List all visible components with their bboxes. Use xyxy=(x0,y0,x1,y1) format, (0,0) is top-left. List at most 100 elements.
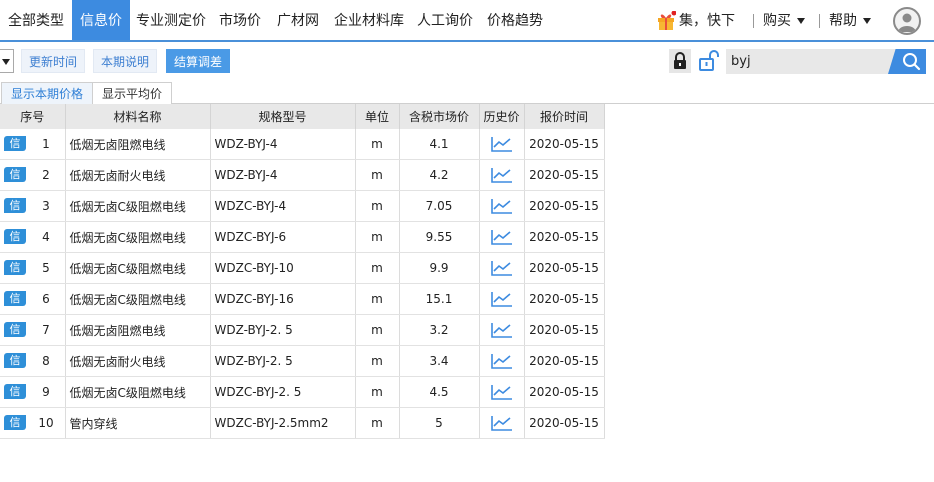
table-row[interactable]: 信 9 低烟无卤C级阻燃电线 WDZC-BYJ-2. 5 m 4.5 2020-… xyxy=(0,376,605,408)
material-name: 管内穿线 xyxy=(65,407,211,439)
header-price[interactable]: 含税市场价 xyxy=(399,104,480,129)
update-time-button[interactable]: 更新时间 xyxy=(21,49,86,73)
header-name[interactable]: 材料名称 xyxy=(65,104,211,129)
history-cell xyxy=(479,190,525,222)
table-row[interactable]: 信 1 低烟无卤阻燃电线 WDZ-BYJ-4 m 4.1 2020-05-15 xyxy=(0,129,605,160)
market-price: 4.5 xyxy=(399,376,480,408)
nav-tab-info-price[interactable]: 信息价 xyxy=(72,0,130,40)
info-badge: 信 xyxy=(4,353,26,368)
history-cell xyxy=(479,407,525,439)
nav-tab-market-price[interactable]: 市场价 xyxy=(213,0,267,40)
unit: m xyxy=(355,159,400,191)
row-no-cell: 信 9 xyxy=(0,376,66,408)
material-name: 低烟无卤耐火电线 xyxy=(65,345,211,377)
spec-model: WDZC-BYJ-2. 5 xyxy=(210,376,356,408)
nav-divider xyxy=(819,14,820,28)
unlock-icon[interactable] xyxy=(696,49,722,73)
table-header-row: 序号 材料名称 规格型号 单位 含税市场价 历史价 报价时间 xyxy=(0,104,605,129)
header-no[interactable]: 序号 xyxy=(0,104,66,129)
unit: m xyxy=(355,252,400,284)
settle-adjust-button[interactable]: 结算调差 xyxy=(166,49,231,73)
table-row[interactable]: 信 2 低烟无卤耐火电线 WDZ-BYJ-4 m 4.2 2020-05-15 xyxy=(0,159,605,191)
table-row[interactable]: 信 10 管内穿线 WDZC-BYJ-2.5mm2 m 5 2020-05-15 xyxy=(0,407,605,439)
table-row[interactable]: 信 7 低烟无卤阻燃电线 WDZ-BYJ-2. 5 m 3.2 2020-05-… xyxy=(0,314,605,346)
table-row[interactable]: 信 8 低烟无卤耐火电线 WDZ-BYJ-2. 5 m 3.4 2020-05-… xyxy=(0,345,605,377)
nav-tab-manual-inquiry[interactable]: 人工询价 xyxy=(411,0,479,40)
trend-chart-icon[interactable] xyxy=(490,167,513,183)
chevron-down-icon xyxy=(797,18,805,24)
trend-chart-icon[interactable] xyxy=(490,353,513,369)
table-row[interactable]: 信 5 低烟无卤C级阻燃电线 WDZC-BYJ-10 m 9.9 2020-05… xyxy=(0,252,605,284)
nav-tab-guangcai[interactable]: 广材网 xyxy=(271,0,325,40)
region-dropdown[interactable] xyxy=(0,49,14,73)
tab-average-price[interactable]: 显示平均价 xyxy=(92,82,173,104)
history-cell xyxy=(479,159,525,191)
spec-model: WDZC-BYJ-10 xyxy=(210,252,356,284)
quote-date: 2020-05-15 xyxy=(524,159,605,191)
row-number: 4 xyxy=(42,230,50,244)
row-no-cell: 信 8 xyxy=(0,345,66,377)
spec-model: WDZC-BYJ-4 xyxy=(210,190,356,222)
trend-chart-icon[interactable] xyxy=(490,260,513,276)
header-history[interactable]: 历史价 xyxy=(479,104,525,129)
nav-tab-price-trend[interactable]: 价格趋势 xyxy=(481,0,549,40)
period-note-button[interactable]: 本期说明 xyxy=(93,49,158,73)
history-cell xyxy=(479,252,525,284)
table-row[interactable]: 信 4 低烟无卤C级阻燃电线 WDZC-BYJ-6 m 9.55 2020-05… xyxy=(0,221,605,253)
unit: m xyxy=(355,314,400,346)
trend-chart-icon[interactable] xyxy=(490,322,513,338)
quote-date: 2020-05-15 xyxy=(524,345,605,377)
promo-text[interactable]: 集，快下 xyxy=(679,0,743,40)
table-row[interactable]: 信 3 低烟无卤C级阻燃电线 WDZC-BYJ-4 m 7.05 2020-05… xyxy=(0,190,605,222)
user-avatar-icon[interactable] xyxy=(893,7,921,35)
header-spec[interactable]: 规格型号 xyxy=(210,104,356,129)
trend-chart-icon[interactable] xyxy=(490,415,513,431)
header-unit[interactable]: 单位 xyxy=(355,104,400,129)
nav-tab-enterprise-library[interactable]: 企业材料库 xyxy=(328,0,410,40)
top-nav: 全部类型 信息价 专业测定价 市场价 广材网 企业材料库 人工询价 价格趋势 集… xyxy=(0,0,934,42)
nav-tab-professional-price[interactable]: 专业测定价 xyxy=(130,0,212,40)
row-number: 9 xyxy=(42,385,50,399)
trend-chart-icon[interactable] xyxy=(490,384,513,400)
trend-chart-icon[interactable] xyxy=(490,198,513,214)
table-row[interactable]: 信 6 低烟无卤C级阻燃电线 WDZC-BYJ-16 m 15.1 2020-0… xyxy=(0,283,605,315)
nav-tab-all-types[interactable]: 全部类型 xyxy=(2,0,70,40)
buy-label: 购买 xyxy=(763,13,791,29)
unit: m xyxy=(355,407,400,439)
row-number: 1 xyxy=(42,137,50,151)
market-price: 15.1 xyxy=(399,283,480,315)
info-badge: 信 xyxy=(4,198,26,213)
buy-menu[interactable]: 购买 xyxy=(763,0,805,40)
info-badge: 信 xyxy=(4,167,26,182)
info-badge: 信 xyxy=(4,291,26,306)
tab-current-price[interactable]: 显示本期价格 xyxy=(1,82,94,104)
trend-chart-icon[interactable] xyxy=(490,291,513,307)
history-cell xyxy=(479,345,525,377)
info-badge: 信 xyxy=(4,260,26,275)
material-name: 低烟无卤C级阻燃电线 xyxy=(65,221,211,253)
material-name: 低烟无卤C级阻燃电线 xyxy=(65,283,211,315)
row-number: 3 xyxy=(42,199,50,213)
quote-date: 2020-05-15 xyxy=(524,252,605,284)
trend-chart-icon[interactable] xyxy=(490,136,513,152)
spec-model: WDZ-BYJ-4 xyxy=(210,159,356,191)
nav-divider xyxy=(753,14,754,28)
history-cell xyxy=(479,314,525,346)
help-menu[interactable]: 帮助 xyxy=(829,0,871,40)
history-cell xyxy=(479,376,525,408)
row-number: 10 xyxy=(38,416,54,430)
market-price: 7.05 xyxy=(399,190,480,222)
header-date[interactable]: 报价时间 xyxy=(524,104,605,129)
gift-icon[interactable] xyxy=(656,11,676,31)
info-badge: 信 xyxy=(4,136,26,151)
unit: m xyxy=(355,221,400,253)
unit: m xyxy=(355,345,400,377)
quote-date: 2020-05-15 xyxy=(524,221,605,253)
info-badge: 信 xyxy=(4,229,26,244)
spec-model: WDZC-BYJ-16 xyxy=(210,283,356,315)
spec-model: WDZ-BYJ-2. 5 xyxy=(210,314,356,346)
lock-icon[interactable] xyxy=(669,49,691,73)
search-input[interactable] xyxy=(726,49,896,74)
unit: m xyxy=(355,283,400,315)
trend-chart-icon[interactable] xyxy=(490,229,513,245)
